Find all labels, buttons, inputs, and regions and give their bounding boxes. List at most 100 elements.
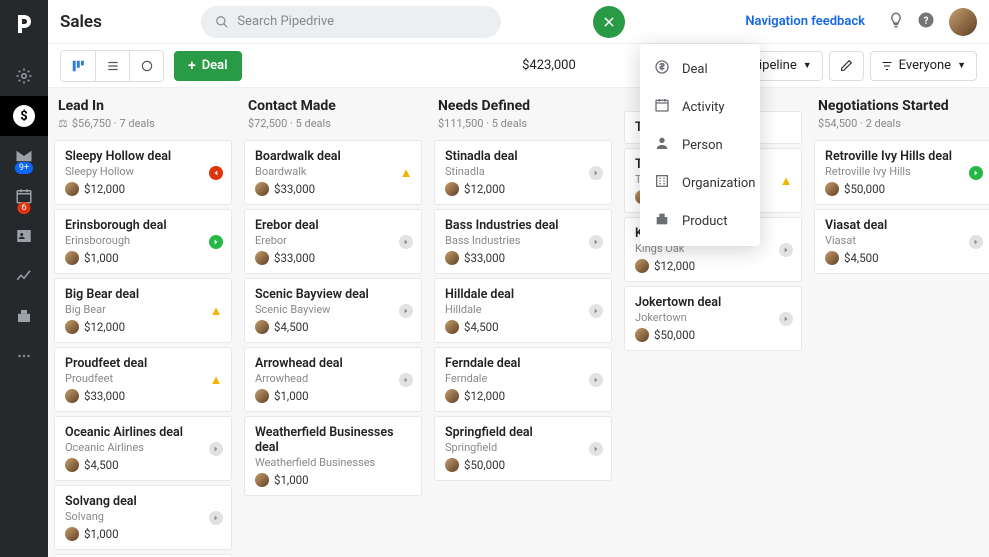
- sidebar-item-focus[interactable]: [0, 56, 48, 96]
- deal-value: $12,000: [445, 182, 601, 196]
- owner-avatar: [255, 473, 269, 487]
- user-avatar[interactable]: [949, 8, 977, 36]
- add-menu-deal[interactable]: Deal: [640, 50, 760, 88]
- owner-avatar: [255, 182, 269, 196]
- deal-card[interactable]: Big Bear deal Big Bear $12,000 ▲: [54, 278, 232, 343]
- deal-title: Oceanic Airlines deal: [65, 425, 221, 440]
- sidebar-item-deals[interactable]: $: [0, 96, 48, 136]
- sidebar-item-mail[interactable]: 9+: [0, 136, 48, 176]
- add-deal-button[interactable]: + Deal: [174, 51, 242, 81]
- add-menu-activity[interactable]: Activity: [640, 88, 760, 126]
- owner-avatar: [65, 389, 79, 403]
- deal-value: $4,500: [825, 251, 981, 265]
- activity-indicator-icon[interactable]: [399, 304, 413, 318]
- deal-card[interactable]: Retroville Ivy Hills deal Retroville Ivy…: [814, 140, 989, 205]
- sidebar-item-products[interactable]: [0, 296, 48, 336]
- owner-avatar: [65, 320, 79, 334]
- deal-card[interactable]: Solvang deal Solvang $1,000: [54, 485, 232, 550]
- list-view-button[interactable]: [95, 51, 129, 81]
- activity-indicator-icon[interactable]: [399, 373, 413, 387]
- deal-org: Solvang: [65, 510, 221, 523]
- activity-indicator-icon[interactable]: [779, 312, 793, 326]
- deal-card[interactable]: Boardwalk deal Boardwalk $33,000 ▲: [244, 140, 422, 205]
- deal-card[interactable]: Oceanic Airlines deal Oceanic Airlines $…: [54, 416, 232, 481]
- activity-icon: [654, 97, 670, 117]
- owner-avatar: [635, 328, 649, 342]
- deal-card[interactable]: Erinsborough deal Erinsborough $1,000: [54, 209, 232, 274]
- add-menu-person[interactable]: Person: [640, 126, 760, 164]
- add-menu-product[interactable]: Product: [640, 202, 760, 240]
- activity-indicator-icon[interactable]: [589, 442, 603, 456]
- owner-avatar: [255, 251, 269, 265]
- deal-card[interactable]: Viasat deal Viasat $4,500: [814, 209, 989, 274]
- calendar-badge: 6: [17, 202, 30, 214]
- activity-indicator-icon[interactable]: [589, 304, 603, 318]
- kanban-view-button[interactable]: [61, 51, 95, 81]
- sidebar-item-more[interactable]: [0, 336, 48, 376]
- search-input[interactable]: Search Pipedrive: [201, 6, 501, 38]
- deal-org: Bass Industries: [445, 234, 601, 247]
- navigation-feedback-link[interactable]: Navigation feedback: [745, 14, 865, 29]
- owner-avatar: [445, 320, 459, 334]
- sidebar-item-contacts[interactable]: [0, 216, 48, 256]
- logo-icon: [12, 12, 36, 36]
- deal-org: Ferndale: [445, 372, 601, 385]
- activity-indicator-icon[interactable]: [779, 243, 793, 257]
- deal-card[interactable]: Arrowhead deal Arrowhead $1,000: [244, 347, 422, 412]
- activity-indicator-icon[interactable]: [399, 235, 413, 249]
- deal-card[interactable]: Stinadla deal Stinadla $12,000: [434, 140, 612, 205]
- deal-value: $1,000: [255, 473, 411, 487]
- activity-indicator-icon[interactable]: [209, 511, 223, 525]
- activity-indicator-icon[interactable]: [209, 442, 223, 456]
- deal-card[interactable]: Weatherfield Businesses deal Weatherfiel…: [244, 416, 422, 496]
- activity-indicator-icon[interactable]: [969, 235, 983, 249]
- column-title: Negotiations Started: [818, 98, 988, 114]
- owner-filter[interactable]: Everyone ▼: [870, 51, 977, 81]
- deal-title: Bass Industries deal: [445, 218, 601, 233]
- deal-value: $33,000: [65, 389, 221, 403]
- deal-card[interactable]: Proudfeet deal Proudfeet $33,000 ▲: [54, 347, 232, 412]
- deal-title: Boardwalk deal: [255, 149, 411, 164]
- sidebar-item-insights[interactable]: [0, 256, 48, 296]
- menu-label: Activity: [682, 100, 725, 115]
- total-value: $423,000: [522, 58, 576, 73]
- page-title: Sales: [60, 12, 102, 32]
- warning-icon[interactable]: ▲: [209, 304, 223, 318]
- warning-icon[interactable]: ▲: [399, 166, 413, 180]
- edit-pipeline-button[interactable]: [829, 51, 864, 81]
- activity-overdue-icon[interactable]: [209, 166, 223, 180]
- deal-card[interactable]: Bass Industries deal Bass Industries $33…: [434, 209, 612, 274]
- deal-value: $1,000: [65, 251, 221, 265]
- toolbar: + Deal $423,000 Pipeline ▼ Everyone ▼: [48, 44, 989, 88]
- activity-indicator-icon[interactable]: [589, 166, 603, 180]
- deal-title: Scenic Bayview deal: [255, 287, 411, 302]
- activity-indicator-icon[interactable]: [589, 235, 603, 249]
- kanban-board: Lead In⚖$56,750 · 7 deals Sleepy Hollow …: [48, 88, 989, 557]
- deal-card[interactable]: Scenic Bayview deal Scenic Bayview $4,50…: [244, 278, 422, 343]
- owner-avatar: [825, 182, 839, 196]
- sidebar-item-calendar[interactable]: 6: [0, 176, 48, 216]
- deal-card[interactable]: Sleepy Hollow deal Sleepy Hollow $12,000: [54, 140, 232, 205]
- column-summary: ⚖$56,750 · 7 deals: [58, 117, 228, 130]
- deal-card[interactable]: Erebor deal Erebor $33,000: [244, 209, 422, 274]
- activity-done-icon[interactable]: [209, 235, 223, 249]
- deal-card[interactable]: Ferndale deal Ferndale $12,000: [434, 347, 612, 412]
- activity-indicator-icon[interactable]: [589, 373, 603, 387]
- add-menu-organization[interactable]: Organization: [640, 164, 760, 202]
- add-button[interactable]: [593, 6, 625, 38]
- pipeline-column: Needs Defined$111,500 · 5 deals Stinadla…: [428, 88, 618, 557]
- lightbulb-icon[interactable]: [887, 11, 905, 33]
- menu-label: Product: [682, 214, 727, 229]
- warning-icon[interactable]: ▲: [779, 174, 793, 188]
- deal-card[interactable]: Hilldale deal Hilldale $4,500: [434, 278, 612, 343]
- deal-title: Retroville Ivy Hills deal: [825, 149, 981, 164]
- deal-card[interactable]: Jokertown deal Jokertown $50,000: [624, 286, 802, 351]
- column-summary: $54,500 · 2 deals: [818, 117, 988, 130]
- help-icon[interactable]: ?: [917, 11, 935, 33]
- owner-avatar: [255, 389, 269, 403]
- activity-done-icon[interactable]: [969, 166, 983, 180]
- forecast-view-button[interactable]: [129, 51, 163, 81]
- owner-avatar: [255, 320, 269, 334]
- deal-card[interactable]: Springfield deal Springfield $50,000: [434, 416, 612, 481]
- warning-icon[interactable]: ▲: [209, 373, 223, 387]
